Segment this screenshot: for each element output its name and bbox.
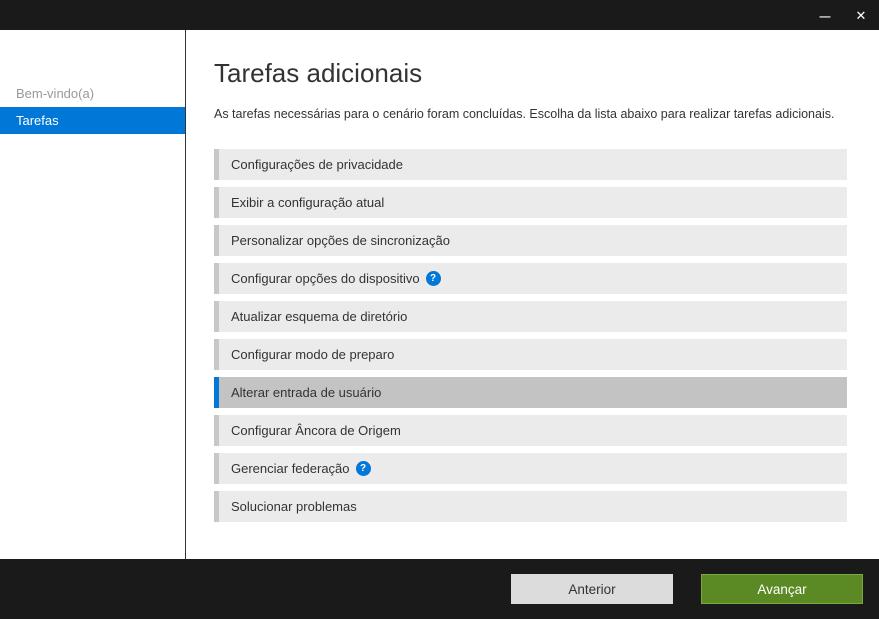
content-wrapper: Bem-vindo(a) Tarefas Tarefas adicionais … [0,30,879,559]
task-list: Configurações de privacidade Exibir a co… [214,149,847,522]
task-label: Personalizar opções de sincronização [231,233,450,248]
previous-button[interactable]: Anterior [511,574,673,604]
main-panel: Tarefas adicionais As tarefas necessária… [186,30,879,559]
task-label: Configurar opções do dispositivo [231,271,420,286]
help-icon[interactable] [356,461,371,476]
task-label: Atualizar esquema de diretório [231,309,407,324]
task-item-staging-mode[interactable]: Configurar modo de preparo [214,339,847,370]
footer: Anterior Avançar [0,559,879,619]
window-controls [815,7,871,24]
task-label: Alterar entrada de usuário [231,385,381,400]
task-item-configure-anchor[interactable]: Configurar Âncora de Origem [214,415,847,446]
minimize-icon[interactable] [815,7,835,23]
title-bar [0,0,879,30]
task-item-manage-federation[interactable]: Gerenciar federação [214,453,847,484]
task-item-device-options[interactable]: Configurar opções do dispositivo [214,263,847,294]
sidebar: Bem-vindo(a) Tarefas [0,30,186,559]
help-icon[interactable] [426,271,441,286]
page-subtitle: As tarefas necessárias para o cenário fo… [214,107,847,121]
next-button[interactable]: Avançar [701,574,863,604]
task-label: Gerenciar federação [231,461,350,476]
task-item-view-config[interactable]: Exibir a configuração atual [214,187,847,218]
page-title: Tarefas adicionais [214,58,847,89]
task-item-troubleshoot[interactable]: Solucionar problemas [214,491,847,522]
sidebar-item-label: Tarefas [16,113,59,128]
task-label: Configurar modo de preparo [231,347,394,362]
sidebar-item-tasks[interactable]: Tarefas [0,107,185,134]
task-label: Solucionar problemas [231,499,357,514]
close-icon[interactable] [851,7,871,24]
task-label: Exibir a configuração atual [231,195,384,210]
sidebar-item-welcome[interactable]: Bem-vindo(a) [0,80,185,107]
task-item-privacy-settings[interactable]: Configurações de privacidade [214,149,847,180]
task-label: Configurações de privacidade [231,157,403,172]
task-item-customize-sync[interactable]: Personalizar opções de sincronização [214,225,847,256]
sidebar-item-label: Bem-vindo(a) [16,86,94,101]
task-item-change-signin[interactable]: Alterar entrada de usuário [214,377,847,408]
task-item-update-schema[interactable]: Atualizar esquema de diretório [214,301,847,332]
task-label: Configurar Âncora de Origem [231,423,401,438]
